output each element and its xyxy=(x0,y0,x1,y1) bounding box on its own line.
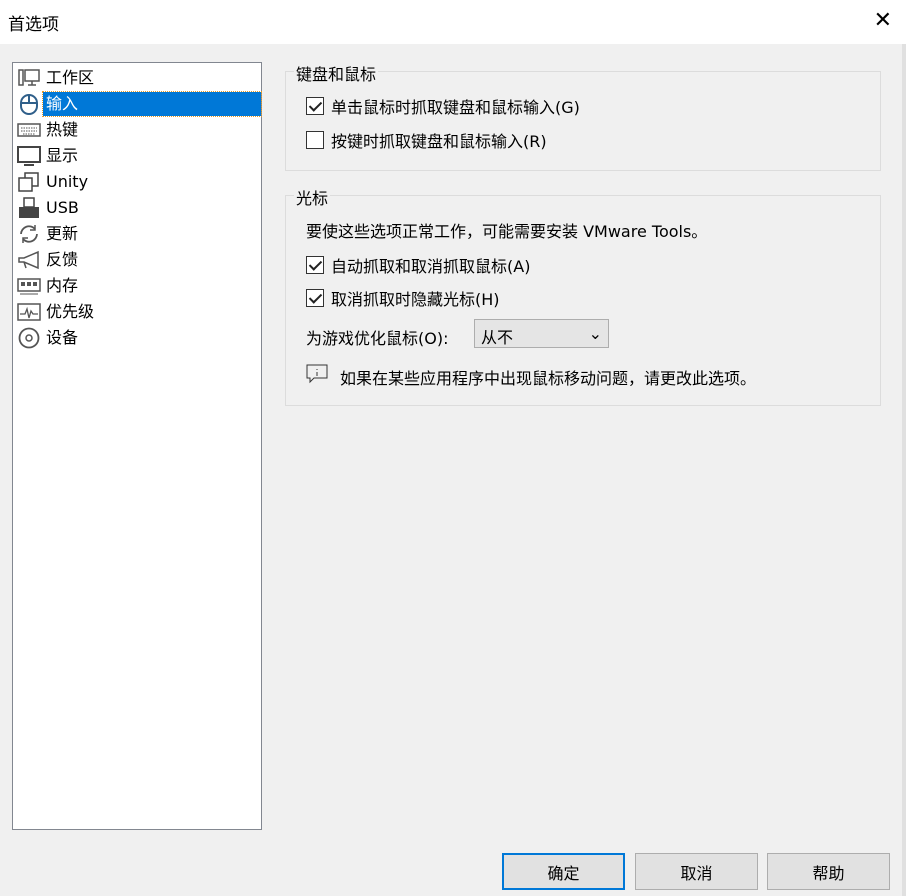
window-title: 首选项 xyxy=(8,15,59,35)
close-icon[interactable]: ✕ xyxy=(874,8,892,33)
checkbox-label: 按键时抓取键盘和鼠标输入(R) xyxy=(331,132,547,151)
sidebar-item-label: 显示 xyxy=(46,146,79,165)
sidebar-item-label: 内存 xyxy=(46,276,79,295)
category-list: 工作区输入热键显示 Unity USB 更新反馈内存优先级设备 xyxy=(12,62,262,830)
keyboard-icon xyxy=(17,123,41,137)
checkbox-unchecked[interactable] xyxy=(306,131,324,149)
megaphone-icon xyxy=(18,250,39,270)
ok-button[interactable]: 确定 xyxy=(502,853,625,890)
checkbox-checked[interactable] xyxy=(306,289,324,307)
title-bar: 首选项 ✕ xyxy=(0,0,906,44)
sidebar-item-label: 更新 xyxy=(46,224,79,243)
sidebar-item[interactable]: 工作区 xyxy=(13,65,261,91)
info-icon xyxy=(306,364,328,384)
cancel-button[interactable]: 取消 xyxy=(635,853,758,890)
sidebar-item-label: 输入 xyxy=(42,91,262,117)
help-button[interactable]: 帮助 xyxy=(767,853,890,890)
sidebar-item-label: 反馈 xyxy=(46,250,79,269)
sidebar-item[interactable]: 热键 xyxy=(13,117,261,143)
sidebar-item[interactable]: USB xyxy=(13,195,261,221)
sidebar-item-label: 设备 xyxy=(46,328,79,347)
checkbox-checked[interactable] xyxy=(306,97,324,115)
chevron-down-icon: ⌄ xyxy=(588,324,602,343)
select-value: 从不 xyxy=(481,328,514,347)
checkbox-checked[interactable] xyxy=(306,256,324,274)
checkbox-label: 取消抓取时隐藏光标(H) xyxy=(331,290,500,309)
sidebar-item[interactable]: 优先级 xyxy=(13,299,261,325)
sidebar-item-label: USB xyxy=(46,198,79,217)
cursor-group: 光标 要使这些选项正常工作，可能需要安装 VMware Tools。 自动抓取和… xyxy=(285,185,881,406)
checkbox-label: 自动抓取和取消抓取鼠标(A) xyxy=(331,257,531,276)
optimize-mouse-select[interactable]: 从不 ⌄ xyxy=(474,319,609,348)
sidebar-item[interactable]: 显示 xyxy=(13,143,261,169)
sidebar-item[interactable]: 内存 xyxy=(13,273,261,299)
refresh-icon xyxy=(20,225,38,243)
sidebar-item[interactable]: 设备 xyxy=(13,325,261,351)
info-text: 如果在某些应用程序中出现鼠标移动问题，请更改此选项。 xyxy=(340,369,757,388)
optimize-label: 为游戏优化鼠标(O): xyxy=(306,329,449,348)
workspace-icon xyxy=(18,69,40,86)
keyboard-mouse-group: 键盘和鼠标 单击鼠标时抓取键盘和鼠标输入(G) 按键时抓取键盘和鼠标输入(R) xyxy=(285,61,881,171)
sidebar-item[interactable]: Unity xyxy=(13,169,261,195)
monitor-icon xyxy=(17,146,41,166)
sidebar-item[interactable]: 输入 xyxy=(13,91,262,117)
grab-on-click-checkbox[interactable]: 单击鼠标时抓取键盘和鼠标输入(G) xyxy=(306,94,580,118)
unity-icon xyxy=(18,172,39,192)
sidebar-item-label: 热键 xyxy=(46,120,79,139)
window-edge xyxy=(902,44,906,896)
checkbox-label: 单击鼠标时抓取键盘和鼠标输入(G) xyxy=(331,98,580,117)
usb-icon xyxy=(19,197,39,218)
sidebar-item-label: 工作区 xyxy=(46,68,95,87)
memory-icon xyxy=(17,278,41,295)
priority-icon xyxy=(17,303,41,321)
tools-note: 要使这些选项正常工作，可能需要安装 VMware Tools。 xyxy=(306,222,708,241)
group-title: 光标 xyxy=(294,185,331,209)
sidebar-item[interactable]: 反馈 xyxy=(13,247,261,273)
hide-cursor-checkbox[interactable]: 取消抓取时隐藏光标(H) xyxy=(306,286,500,310)
sidebar-item-label: Unity xyxy=(46,172,89,191)
disc-icon xyxy=(18,327,40,349)
sidebar-item-label: 优先级 xyxy=(46,302,95,321)
group-title: 键盘和鼠标 xyxy=(294,61,379,85)
mouse-icon xyxy=(20,94,38,115)
grab-on-key-checkbox[interactable]: 按键时抓取键盘和鼠标输入(R) xyxy=(306,128,547,152)
sidebar-item[interactable]: 更新 xyxy=(13,221,261,247)
auto-grab-checkbox[interactable]: 自动抓取和取消抓取鼠标(A) xyxy=(306,253,530,277)
